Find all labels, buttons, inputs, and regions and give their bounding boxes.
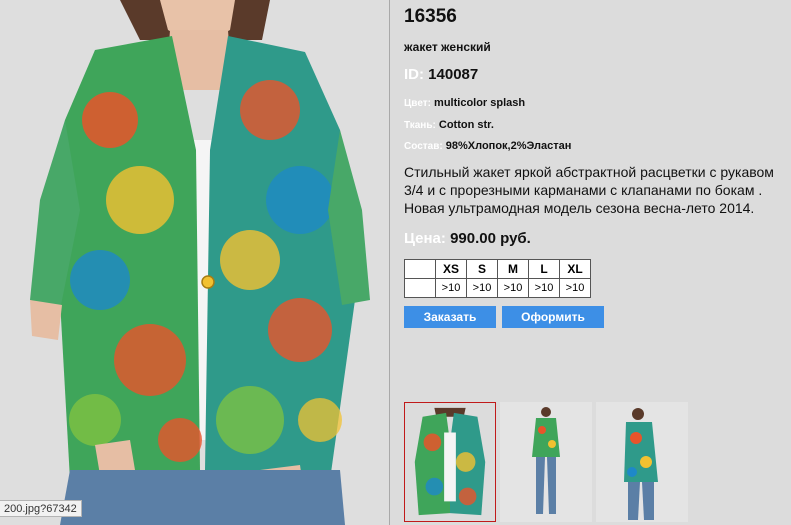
column-divider [389,0,390,525]
size-header-s: S [466,259,498,279]
fabric-label: Ткань: [404,120,436,131]
product-page: 200.jpg?67342 16356 жакет женский ID: 14… [0,0,791,525]
size-stock-corner [404,278,436,298]
fabric-value: Cotton str. [438,119,494,131]
size-header-xs: XS [435,259,467,279]
thumbnail-1[interactable] [404,402,496,522]
size-corner-cell [404,259,436,279]
product-subtitle: жакет женский [404,40,491,54]
price-label: Цена: [404,230,446,247]
price-row: Цена: 990.00 руб. [404,230,531,247]
order-button[interactable]: Заказать [404,306,496,328]
size-header-m: M [497,259,529,279]
product-main-photo[interactable] [0,0,389,525]
color-row: Цвет: multicolor splash [404,97,525,109]
id-label: ID: [404,66,424,83]
product-description: Стильный жакет яркой абстрактной расцвет… [404,164,774,216]
size-table: XS S M L XL >10 >10 >10 >10 >10 [404,259,591,298]
composition-row: Состав: 98%Хлопок,2%Эластан [404,140,571,152]
size-header-l: L [528,259,560,279]
checkout-button[interactable]: Оформить [502,306,604,328]
size-stock-xs: >10 [435,278,467,298]
size-stock-m: >10 [497,278,529,298]
price-value: 990.00 руб. [450,230,531,247]
size-stock-l: >10 [528,278,560,298]
product-article: 16356 [404,6,457,27]
fabric-row: Ткань: Cotton str. [404,119,494,131]
size-stock-row: >10 >10 >10 >10 >10 [404,278,591,298]
product-id-row: ID: 140087 [404,66,478,83]
size-header-xl: XL [559,259,591,279]
size-stock-s: >10 [466,278,498,298]
composition-value: 98%Хлопок,2%Эластан [445,140,572,152]
thumbnail-3[interactable] [596,402,688,522]
thumbnail-2[interactable] [500,402,592,522]
size-header-row: XS S M L XL [404,259,591,279]
status-bar-url: 200.jpg?67342 [0,500,82,517]
composition-label: Состав: [404,141,443,152]
color-label: Цвет: [404,98,431,109]
color-value: multicolor splash [434,97,526,109]
id-value: 140087 [428,66,479,83]
size-stock-xl: >10 [559,278,591,298]
